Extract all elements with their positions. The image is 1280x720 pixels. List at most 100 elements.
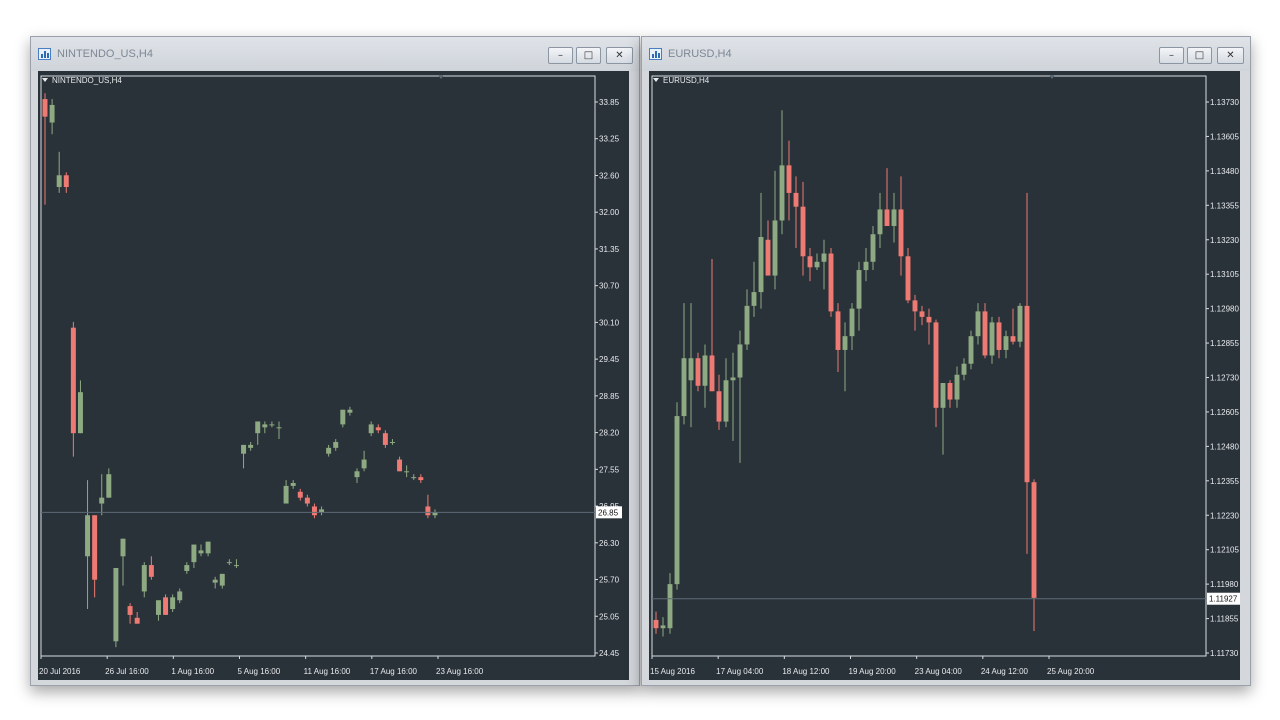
candle-body[interactable] — [198, 550, 204, 554]
candle-body[interactable] — [283, 485, 289, 504]
candle-body[interactable] — [233, 565, 239, 567]
candle-body[interactable] — [730, 377, 736, 381]
candle-body[interactable] — [127, 606, 133, 615]
candle-body[interactable] — [933, 322, 939, 408]
candle-body[interactable] — [163, 597, 169, 615]
candle-body[interactable] — [177, 591, 183, 601]
candle-body[interactable] — [248, 444, 254, 448]
candle-body[interactable] — [961, 363, 967, 375]
candle-body[interactable] — [382, 433, 388, 445]
candle-body[interactable] — [42, 99, 48, 117]
candle-body[interactable] — [205, 541, 211, 554]
candle-body[interactable] — [326, 447, 332, 454]
candle-body[interactable] — [354, 471, 360, 478]
candle-body[interactable] — [849, 308, 855, 337]
candle-body[interactable] — [989, 322, 995, 356]
candle-body[interactable] — [148, 565, 154, 577]
dropdown-triangle-icon[interactable] — [653, 78, 659, 82]
maximize-button[interactable]: □ — [576, 47, 601, 64]
candle-body[interactable] — [996, 322, 1002, 350]
candle-body[interactable] — [219, 573, 225, 586]
candle-body[interactable] — [77, 392, 83, 434]
candle-body[interactable] — [856, 270, 862, 309]
candle-body[interactable] — [120, 538, 126, 557]
candle-body[interactable] — [800, 206, 806, 257]
candle-body[interactable] — [660, 625, 666, 629]
candle-body[interactable] — [688, 358, 694, 381]
candle-body[interactable] — [70, 327, 76, 434]
candle-body[interactable] — [786, 165, 792, 193]
candle-body[interactable] — [361, 459, 367, 469]
candle-body[interactable] — [262, 424, 268, 428]
candle-body[interactable] — [255, 421, 261, 434]
candle-body[interactable] — [304, 497, 310, 504]
candle-body[interactable] — [404, 471, 410, 473]
candle-body[interactable] — [716, 391, 722, 422]
candle-body[interactable] — [184, 565, 190, 571]
candle-body[interactable] — [912, 300, 918, 312]
candle-body[interactable] — [982, 311, 988, 356]
candle-body[interactable] — [793, 192, 799, 207]
candle-body[interactable] — [695, 358, 701, 386]
candle-body[interactable] — [1031, 482, 1037, 598]
candle-body[interactable] — [758, 236, 764, 293]
candle-body[interactable] — [311, 506, 317, 516]
candle-body[interactable] — [926, 316, 932, 323]
candle-body[interactable] — [681, 358, 687, 417]
candle-body[interactable] — [653, 619, 659, 629]
candle-body[interactable] — [814, 261, 820, 268]
candle-body[interactable] — [113, 568, 119, 642]
candle-body[interactable] — [85, 515, 91, 557]
candle-body[interactable] — [418, 477, 424, 481]
candle-body[interactable] — [674, 416, 680, 585]
candle-body[interactable] — [170, 597, 176, 610]
candle-body[interactable] — [751, 292, 757, 306]
candle-body[interactable] — [870, 234, 876, 262]
candle-body[interactable] — [891, 209, 897, 226]
candle-body[interactable] — [877, 209, 883, 235]
candle-body[interactable] — [155, 600, 161, 615]
candle-body[interactable] — [919, 311, 925, 317]
candle-body[interactable] — [106, 474, 112, 498]
candle-body[interactable] — [63, 175, 69, 187]
candle-body[interactable] — [905, 256, 911, 301]
candle-body[interactable] — [191, 544, 197, 563]
candlestick-chart[interactable]: 1.13730 1.13605 1.13480 1.13355 1.13230 1.131… — [649, 71, 1240, 680]
minimize-button[interactable]: – — [1159, 47, 1184, 64]
candle-body[interactable] — [226, 562, 232, 564]
candle-body[interactable] — [737, 344, 743, 378]
candle-body[interactable] — [940, 383, 946, 408]
candle-body[interactable] — [56, 175, 62, 187]
candle-body[interactable] — [842, 336, 848, 350]
minimize-button[interactable]: – — [548, 47, 573, 64]
candle-body[interactable] — [92, 515, 98, 580]
candle-body[interactable] — [779, 165, 785, 221]
titlebar[interactable]: NINTENDO_US,H4 – □ ✕ — [31, 37, 639, 71]
candle-body[interactable] — [411, 477, 417, 479]
candle-body[interactable] — [368, 424, 374, 434]
candle-body[interactable] — [397, 459, 403, 472]
candle-body[interactable] — [772, 220, 778, 276]
candle-body[interactable] — [290, 483, 296, 486]
candle-body[interactable] — [1010, 336, 1016, 342]
candle-body[interactable] — [425, 506, 431, 516]
candle-body[interactable] — [141, 565, 147, 592]
candle-body[interactable] — [49, 104, 55, 123]
candle-body[interactable] — [898, 209, 904, 257]
candle-body[interactable] — [947, 383, 953, 400]
candle-body[interactable] — [828, 253, 834, 312]
candle-body[interactable] — [347, 409, 353, 413]
candle-body[interactable] — [1003, 336, 1009, 350]
candle-body[interactable] — [134, 617, 140, 624]
dropdown-triangle-icon[interactable] — [42, 78, 48, 82]
candle-body[interactable] — [709, 355, 715, 392]
candle-body[interactable] — [389, 441, 395, 443]
candle-body[interactable] — [884, 209, 890, 226]
candle-body[interactable] — [340, 409, 346, 425]
candle-body[interactable] — [765, 239, 771, 276]
candle-body[interactable] — [863, 261, 869, 271]
titlebar[interactable]: EURUSD,H4 – □ ✕ — [642, 37, 1250, 71]
candle-body[interactable] — [807, 256, 813, 268]
candle-body[interactable] — [333, 441, 339, 448]
maximize-button[interactable]: □ — [1187, 47, 1212, 64]
